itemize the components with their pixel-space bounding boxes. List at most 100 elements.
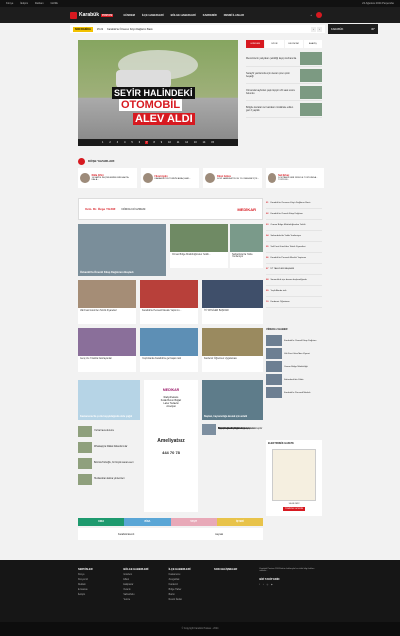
ad-brand: MEDİKAR	[237, 206, 256, 212]
photo-news[interactable]: Başkan, hayvancılığa destek için anlatti	[202, 380, 263, 420]
menu-button[interactable]	[316, 12, 322, 18]
author-card[interactable]: Fikret Aydın KARABÜK'ÜN TURİZM AĞAÇLARI..…	[140, 168, 199, 188]
list-item[interactable]: 08 Sorumluluk için devam başkanlığında	[266, 275, 322, 286]
facebook-icon[interactable]: f	[259, 584, 260, 586]
news-card[interactable]: Kardemir Öğretmen Uygulaması	[202, 328, 263, 372]
ticker-text[interactable]: Karabük'te Özveren Köyü Dağlarını Bastı	[107, 28, 153, 31]
news-card[interactable]: Safranbolu'da Yolda Yenileniyor	[230, 224, 263, 268]
top-bar: Künye İletişim Reklam Gizlilik 22 Ağusto…	[0, 0, 400, 7]
slider-page[interactable]: 10	[167, 141, 172, 144]
video-item[interactable]: Karabük'te Önemli Kitap Dağıtımı	[266, 334, 322, 347]
video-item[interactable]: Vali Fuat Gürel'den Ziyaret	[266, 347, 322, 360]
chevron-right-icon[interactable]: ›	[317, 26, 322, 32]
bottom-ad[interactable]: Karabük Escort kaynak	[78, 528, 263, 540]
tab-gundem[interactable]: GÜNDEM	[246, 40, 265, 48]
twitter-icon[interactable]: t	[263, 584, 264, 586]
topbar-link[interactable]: Reklam	[35, 2, 44, 5]
play-icon	[266, 374, 282, 385]
slider-page[interactable]: 9	[160, 141, 163, 144]
instagram-icon[interactable]: ◎	[266, 584, 268, 586]
photo-news[interactable]: Kastamonu'da çorlu bayşlıdağında dolu ya…	[78, 380, 140, 420]
news-card[interactable]: Karabük'te Pensedi Meslek Yaptırımı...	[140, 280, 198, 324]
slider-page[interactable]: 3	[116, 141, 119, 144]
chevron-left-icon[interactable]: ‹	[311, 26, 316, 32]
site-logo[interactable]: Karabük POSTASI	[70, 11, 114, 19]
featured-card[interactable]: Özkanlık'ta Önemli Kitap Dağıtımını Başl…	[78, 224, 166, 276]
slider-page[interactable]: 1	[101, 141, 104, 144]
nav-item[interactable]: BÖLGE HABERLERİ	[171, 14, 196, 17]
slider-page[interactable]: 6	[138, 141, 141, 144]
nav-item[interactable]: KARDEMİR	[203, 14, 217, 17]
slider-page[interactable]: 14	[202, 141, 207, 144]
category-bina[interactable]: BİNA	[124, 518, 171, 526]
list-item[interactable]: 03 Orman Bölge Müdürlüğünden Yetkili	[266, 220, 322, 231]
list-item[interactable]: Yurtta hava durumu	[78, 424, 140, 438]
slider-page[interactable]: 4	[123, 141, 126, 144]
category-kira[interactable]: KIRA	[78, 518, 125, 526]
tab-spor[interactable]: SPOR	[265, 40, 284, 48]
topbar-link[interactable]: İletişim	[20, 2, 28, 5]
slider-page[interactable]: 2	[108, 141, 111, 144]
headline-slider[interactable]: SEYİR HALİNDEKİ OTOMOBİL ALEV ALDI	[78, 40, 238, 144]
list-item[interactable]: Whatsapp'a Dikkat Dolandırıcılar	[78, 440, 140, 454]
list-item[interactable]: 09 Yeşil Alanda tatlı	[266, 286, 322, 297]
list-item[interactable]: 04 Safranbolu'da Yolda Yenileniyor	[266, 231, 322, 242]
e-newspaper-title: ELEKTRONİK GAZETE	[268, 442, 294, 445]
list-item[interactable]: Ormanda kaybolan yaşlı kişiyim 20 saat s…	[246, 84, 322, 101]
video-item[interactable]: Safranbolu'da Yolda	[266, 373, 322, 386]
search-icon[interactable]: ⌕	[311, 14, 312, 17]
view-all-button[interactable]: TÜMÜNÜ GÖRÜN	[283, 507, 305, 511]
news-card[interactable]: Vali Fuat Gürel'den Tebrik Ziyaretleri	[78, 280, 136, 324]
list-item[interactable]: 10 Kardemir Öğretmen	[266, 297, 322, 308]
clinic-ad[interactable]: MEDİKAR Radyofrekans Kulak Burun Boğaz L…	[144, 380, 198, 512]
list-item[interactable]: Bölgde kazaları ter kazaları müdahale ed…	[246, 101, 322, 118]
news-card[interactable]: Yeşil Alanda Karabük'te gel başarı tatlı	[140, 328, 198, 372]
footer-column: SON GELİŞMELER	[213, 568, 238, 571]
copyright: © Copyright Karabük Postası - 2024	[0, 622, 400, 636]
list-item[interactable]: 06 Karabük'te Pensedi Meslek Yaptırımı	[266, 253, 322, 264]
category-isyeri[interactable]: İŞYERİ	[216, 518, 263, 526]
newspaper-cover[interactable]	[272, 449, 316, 501]
youtube-icon[interactable]: ▶	[271, 584, 273, 586]
hero-line-2: OTOMOBİL	[119, 99, 183, 111]
list-item[interactable]: 01 Karabük'te Özveren Köyü Dağlarını Bast…	[266, 198, 322, 209]
list-item[interactable]: Tokatlı ustanın paranteli kazançlarını	[202, 422, 264, 436]
list-item[interactable]: Sarayflı yazılarında için devam şiren şi…	[246, 67, 322, 84]
slider-page[interactable]: 13	[193, 141, 198, 144]
author-card[interactable]: Nilda Çiftçi 14 MAYIS SEÇİMLERİNE BİR HAF…	[78, 168, 137, 188]
thumbnail	[300, 85, 322, 99]
list-item[interactable]: 02 Karabük'te Önemli Kitap Dağıtımı	[266, 209, 322, 220]
news-card[interactable]: İYİ TAHLİLER BAŞKANI	[202, 280, 263, 324]
nav-item[interactable]: GÜNDEM	[123, 14, 135, 17]
topbar-link[interactable]: Künye	[6, 2, 13, 5]
slider-page[interactable]: 11	[176, 141, 180, 144]
news-card[interactable]: Genç ıhu Yılanlıla hatırlayanları	[78, 328, 136, 372]
footer-column: SERVİSLER Künye Künyemiz Reklam E-Gazete…	[78, 568, 93, 596]
list-item[interactable]: 05 Vali Fuat Gürel'den Tebrik Ziyaretleri	[266, 242, 322, 253]
slider-page[interactable]: 5	[130, 141, 133, 144]
tab-ekonomi[interactable]: EKONOMİ	[284, 40, 303, 48]
video-news: VİDEOLU HABER Karabük'te Önemli Kitap Da…	[266, 328, 322, 428]
author-card[interactable]: Fikret Gökce SOKİ HAREKATI'N VE YILI MEHM…	[203, 168, 262, 188]
slider-page[interactable]: 7	[145, 141, 149, 144]
list-item[interactable]: 07 İYİ TAHLİLER BAŞKANI	[266, 264, 322, 275]
tab-asayis[interactable]: ASAYİŞ	[303, 40, 322, 48]
hero-line-1: SEYİR HALİNDEKİ	[112, 87, 195, 99]
topbar-link[interactable]: Gizlilik	[50, 2, 58, 5]
slider-page[interactable]: 12	[184, 141, 189, 144]
slider-page[interactable]: 8	[152, 141, 155, 144]
list-item[interactable]: Hurdacıktan kalma yöntemleri	[78, 472, 140, 486]
list-item[interactable]: Mevsimlerin yalıyaları çekildiği kayıp k…	[246, 50, 322, 67]
video-item[interactable]: Orman Bölge Müdürlüğü	[266, 360, 322, 373]
list-item[interactable]: Bolu'da Torkoğlu, bir büyük sanat eseri	[78, 456, 140, 470]
banner-ad[interactable]: Uzm. Dr. Özge YILDIZ NÖROLOJİ UZMANI MED…	[78, 198, 263, 220]
video-item[interactable]: Karabük'te Pensedi Meslek	[266, 386, 322, 399]
footer-about: Karabük Postası 2024 bütün haklarıyla he…	[259, 568, 315, 586]
authors-row: Nilda Çiftçi 14 MAYIS SEÇİMLERİNE BİR HAF…	[78, 168, 324, 188]
category-tasit[interactable]: TAŞIT	[170, 518, 217, 526]
author-card[interactable]: Sait Erkaç DOKTANIN GİBİ DİDİKLE TORYUNDA…	[265, 168, 324, 188]
slider-page[interactable]: 15	[210, 141, 215, 144]
news-card[interactable]: Orman Bölge Müdürlüğünden Yetkili...	[170, 224, 228, 268]
nav-item[interactable]: RESMİ İLANLAR	[224, 14, 244, 17]
nav-item[interactable]: İLÇE HABERLERİ	[142, 14, 164, 17]
